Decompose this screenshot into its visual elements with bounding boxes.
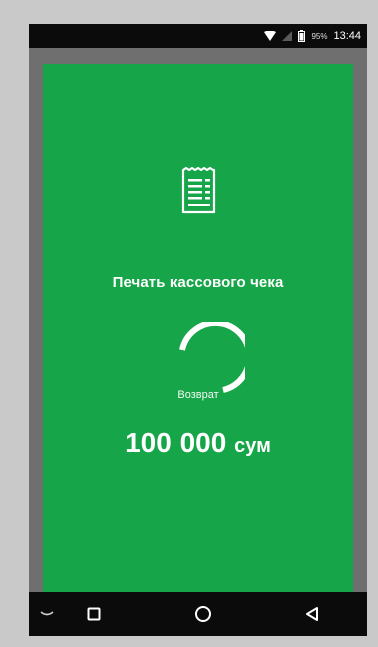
battery-percent: 95% [311,31,328,41]
phone-frame: 95% 13:44 Печать кассового чека Возврат … [29,24,367,636]
currency-unit: сум [234,435,271,457]
signal-icon [282,31,293,41]
wifi-icon [264,31,277,41]
amount-value: 100 000 [125,427,227,458]
payment-screen: Печать кассового чека Возврат 100 000 су… [43,64,353,599]
back-icon[interactable] [292,592,332,636]
page-title: Печать кассового чека [112,274,284,291]
recent-apps-icon[interactable] [74,592,114,636]
battery-icon [298,30,306,42]
receipt-icon [180,166,217,215]
operation-type-label: Возврат [177,389,219,401]
status-bar: 95% 13:44 [29,24,367,48]
clock: 13:44 [333,30,361,42]
collapse-icon[interactable] [27,592,67,636]
amount-display: 100 000 сум [43,427,353,459]
navigation-bar [29,592,367,636]
home-icon[interactable] [183,592,223,636]
